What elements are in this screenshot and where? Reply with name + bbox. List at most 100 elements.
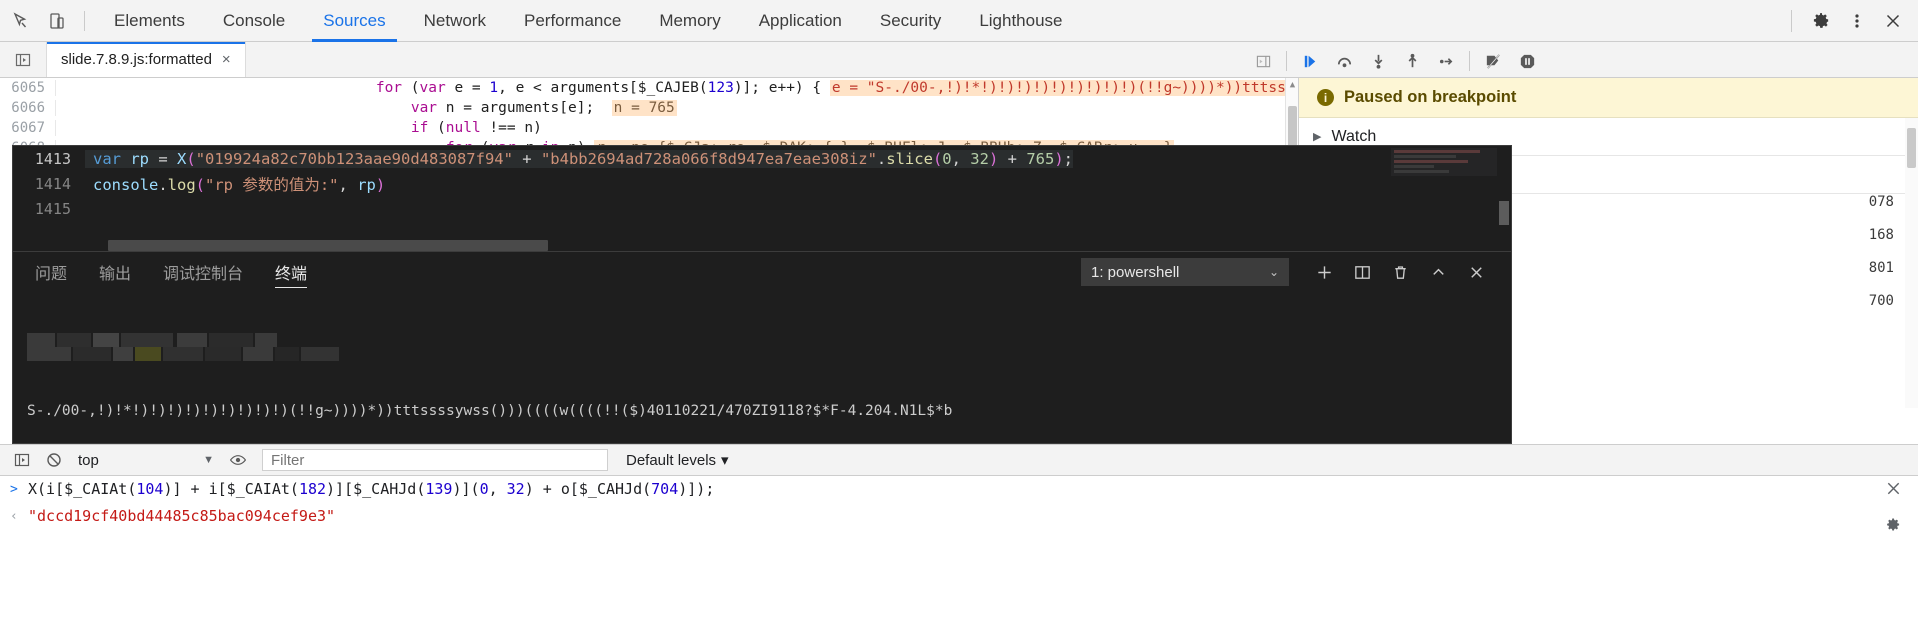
console-input-expression: X(i[$_CAIAt(104)] + i[$_CAIAt(182)][$_CA… [28,476,714,503]
devtools-window: Elements Console Sources Network Perform… [0,0,1918,636]
maximize-panel-button[interactable] [1419,257,1457,287]
console-result-value: "dccd19cf40bd44485c85bac094cef9e3" [28,503,335,530]
tab-console[interactable]: Console [204,0,304,42]
chevron-down-icon: ▾ [721,451,729,469]
editor-line: 1414 console.log("rp 参数的值为:", rp) [13,171,1511,196]
clear-console-icon[interactable] [40,447,68,473]
terminal-output[interactable]: S-./00-,!)!*!)!)!)!)!)!)!)!)!)(!!g~))))*… [13,292,1511,444]
more-vertical-icon[interactable] [1842,6,1872,36]
paused-banner-label: Paused on breakpoint [1344,88,1516,107]
show-navigator-icon[interactable] [10,52,36,68]
file-tab-label: slide.7.8.9.js:formatted [61,51,212,68]
panel-tab-problems[interactable]: 问题 [35,252,67,292]
debugger-divider-2 [1469,51,1470,71]
editor-minimap[interactable] [1391,148,1497,176]
panel-tab-terminal[interactable]: 终端 [275,252,307,292]
inspect-element-icon[interactable] [6,6,36,36]
resume-script-execution-icon[interactable] [1293,46,1327,76]
sidebar-value: 700 [1798,285,1908,318]
debugger-divider [1286,51,1287,71]
pause-on-exceptions-icon[interactable] [1510,46,1544,76]
editor-line: 1413 var rp = X("019924a82c70bb123aae90d… [13,146,1511,171]
line-content: var rp = X("019924a82c70bb123aae90d48308… [85,150,1073,168]
toolbar-divider [84,11,85,31]
tab-sources[interactable]: Sources [304,0,404,42]
scrollbar-thumb[interactable] [1499,201,1509,225]
line-number: 1414 [13,175,85,193]
file-tab-slide-js[interactable]: slide.7.8.9.js:formatted × [46,42,246,77]
console-sidebar-icon[interactable] [8,447,36,473]
gear-icon[interactable] [1806,6,1836,36]
kill-terminal-button[interactable] [1381,257,1419,287]
console-log-levels-selector[interactable]: Default levels ▾ [626,451,729,469]
console-result-icon: ‹ [10,503,28,530]
line-number: 1413 [13,150,85,168]
paused-on-breakpoint-banner: i Paused on breakpoint [1299,78,1918,118]
console-context-label: top [78,452,99,469]
sidebar-scrollbar[interactable] [1905,118,1918,408]
inline-eval: n = 765 [612,100,677,116]
close-icon[interactable] [1878,6,1908,36]
console-output-row: ‹ "dccd19cf40bd44485c85bac094cef9e3" [0,503,1918,530]
tab-lighthouse[interactable]: Lighthouse [960,0,1081,42]
editor-line: 1415 [13,196,1511,221]
console-context-selector[interactable]: top ▼ [72,448,220,472]
info-icon: i [1317,89,1334,106]
show-debugger-sidebar-icon[interactable] [1246,46,1280,76]
devtools-tab-list: Elements Console Sources Network Perform… [95,0,1082,42]
line-number: 6065 [0,80,56,96]
chevron-down-icon: ⌄ [1269,265,1279,279]
tab-memory[interactable]: Memory [640,0,739,42]
sidebar-value: 078 [1798,186,1908,219]
line-number: 6066 [0,100,56,116]
panel-header: 问题 输出 调试控制台 终端 1: powershell ⌄ [13,252,1511,292]
toolbar-divider-right [1791,10,1792,32]
scrollbar-thumb[interactable] [1907,128,1916,168]
sidebar-section-label: Watch [1331,128,1376,146]
step-over-next-function-call-icon[interactable] [1327,46,1361,76]
sidebar-value: 801 [1798,252,1908,285]
inline-eval: e = "S-./00-,!)!*!)!)!)!)!)!)!)!)!)(!!g~… [830,80,1298,96]
sidebar-value-list: 078 168 801 700 [1798,186,1908,318]
panel-tab-debug-console[interactable]: 调试控制台 [163,252,243,292]
editor-horizontal-scrollbar[interactable] [108,240,548,251]
tab-application[interactable]: Application [740,0,861,42]
panel-tab-output[interactable]: 输出 [99,252,131,292]
terminal-line: S-./00-,!)!*!)!)!)!)!)!)!)!)!)(!!g~))))*… [27,402,1497,422]
step-into-next-function-call-icon[interactable] [1361,46,1395,76]
chevron-down-icon: ▼ [203,454,214,466]
console-prompt-icon: > [10,476,28,503]
console-filter-placeholder: Filter [271,452,304,469]
editor-vertical-scrollbar[interactable] [1497,146,1511,252]
new-terminal-button[interactable] [1305,257,1343,287]
terminal-shell-select[interactable]: 1: powershell ⌄ [1081,258,1289,286]
close-icon[interactable] [1885,480,1902,497]
sidebar-value: 168 [1798,219,1908,252]
tab-security[interactable]: Security [861,0,960,42]
tab-performance[interactable]: Performance [505,0,640,42]
console-toolbar: top ▼ Filter Default levels ▾ [0,444,1918,476]
close-panel-button[interactable] [1457,257,1495,287]
eye-icon[interactable] [224,447,252,473]
console-message-list[interactable]: > X(i[$_CAIAt(104)] + i[$_CAIAt(182)][$_… [0,476,1918,636]
devtools-toolbar-actions [1783,6,1918,36]
panel-header-actions: 1: powershell ⌄ [1081,257,1511,287]
terminal-render-noise [27,333,1497,361]
step-icon[interactable] [1429,46,1463,76]
tab-network[interactable]: Network [405,0,505,42]
console-filter-input[interactable]: Filter [262,449,608,471]
step-out-of-current-function-icon[interactable] [1395,46,1429,76]
gear-icon[interactable] [1885,516,1902,533]
vscode-editor-overlay[interactable]: 1413 var rp = X("019924a82c70bb123aae90d… [12,145,1512,252]
line-number: 1415 [13,200,85,218]
tab-elements[interactable]: Elements [95,0,204,42]
close-icon[interactable]: × [222,51,231,68]
deactivate-breakpoints-icon[interactable] [1476,46,1510,76]
split-terminal-button[interactable] [1343,257,1381,287]
scroll-up-icon[interactable]: ▲ [1287,80,1298,90]
devtools-main-toolbar: Elements Console Sources Network Perform… [0,0,1918,42]
device-toolbar-icon[interactable] [42,6,72,36]
chevron-right-icon: ▶ [1313,130,1321,143]
sources-tab-strip: slide.7.8.9.js:formatted × [0,42,1298,78]
debugger-controls [1246,44,1918,78]
